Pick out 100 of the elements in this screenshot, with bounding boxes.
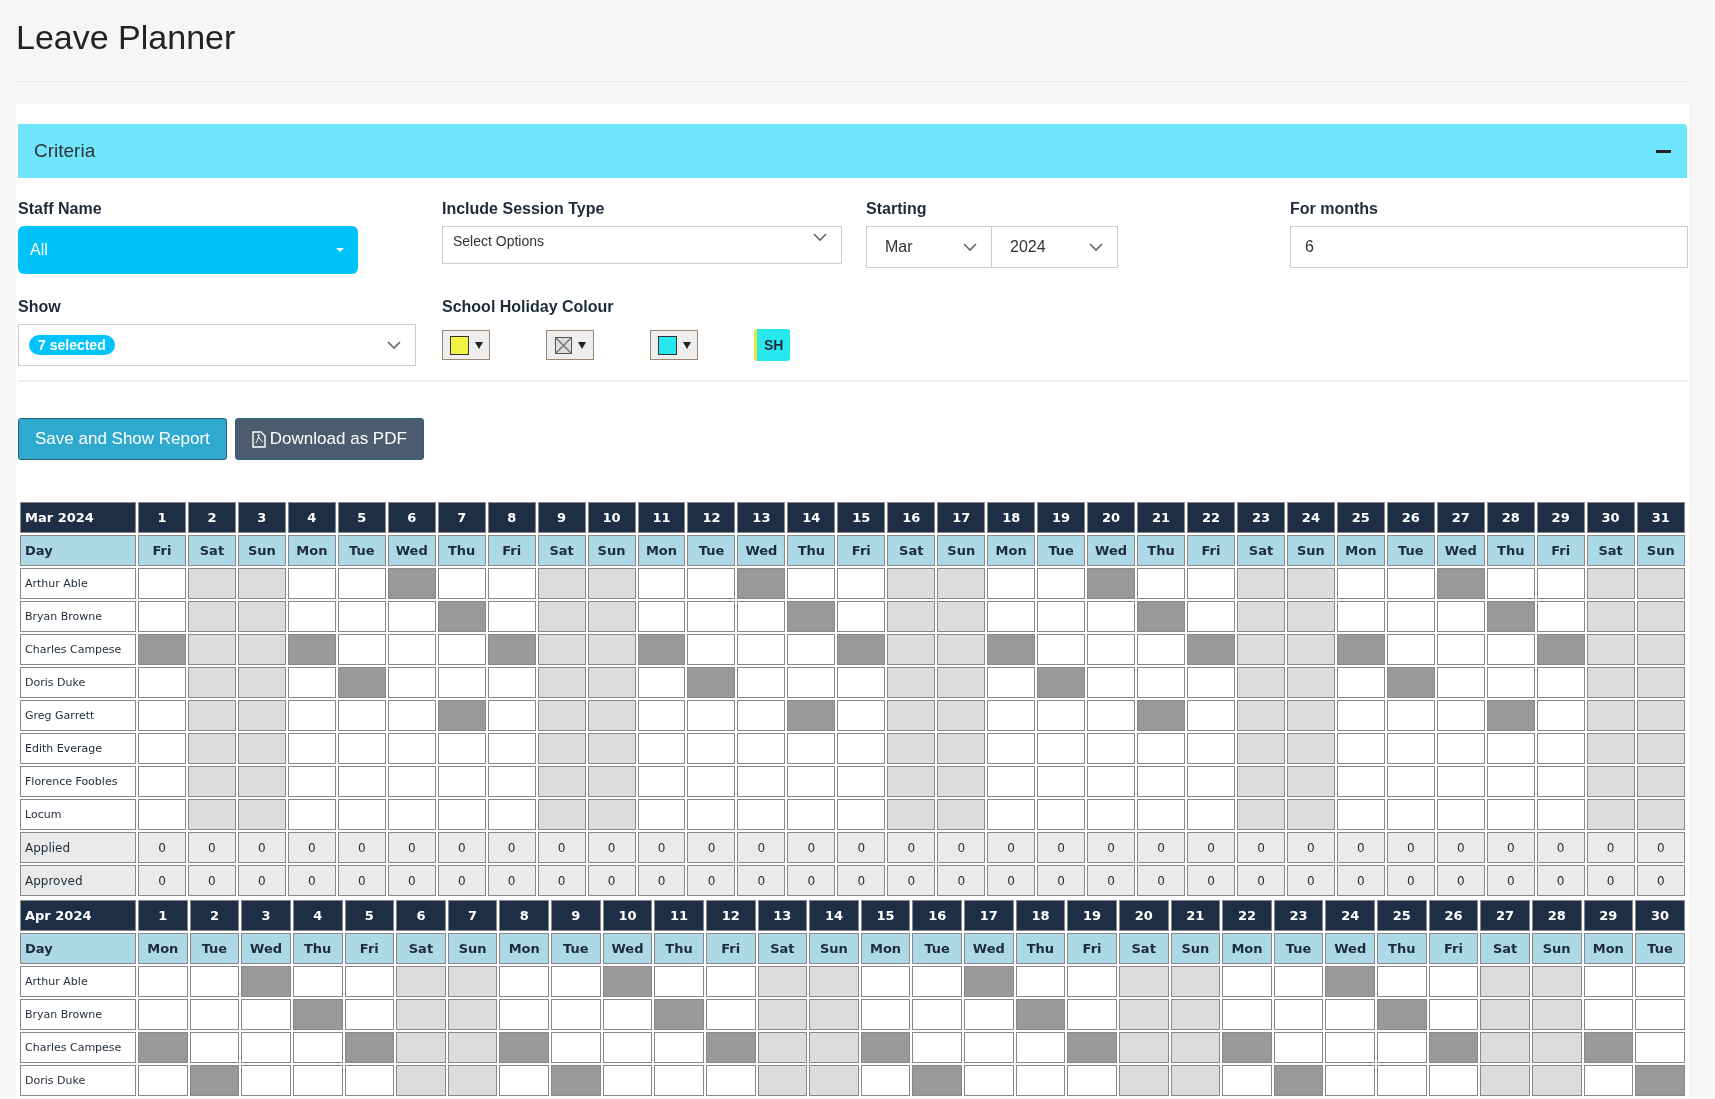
colour-picker[interactable] <box>546 330 594 360</box>
chevron-down-icon <box>813 233 827 242</box>
date-header: 8 <box>487 502 536 533</box>
session-type-select[interactable]: Select Options <box>442 226 842 264</box>
total-cell: 0 <box>1636 832 1685 863</box>
weekday-header: Tue <box>189 933 240 964</box>
weekday-header: Tue <box>1273 933 1324 964</box>
total-cell: 0 <box>737 832 786 863</box>
staff-name-cell: Arthur Able <box>20 966 136 997</box>
weekday-header: Mon <box>1222 933 1272 964</box>
weekday-header: Thu <box>1486 535 1535 566</box>
year-select[interactable]: 2024 <box>992 226 1118 268</box>
total-cell: 0 <box>537 832 586 863</box>
months-input[interactable]: 6 <box>1290 226 1688 268</box>
date-header: 4 <box>292 900 343 931</box>
weekday-header: Tue <box>687 535 736 566</box>
total-cell: 0 <box>237 832 286 863</box>
field-label: Staff Name <box>18 200 103 218</box>
total-cell: 0 <box>1236 832 1285 863</box>
total-cell: 0 <box>287 865 336 896</box>
total-cell: 0 <box>287 832 336 863</box>
total-cell: 0 <box>1137 865 1185 896</box>
download-pdf-button[interactable]: Download as PDF <box>234 418 424 460</box>
date-header: 1 <box>138 900 188 931</box>
staff-name-cell: Florence Foobles <box>20 766 136 797</box>
total-cell: 0 <box>1137 832 1185 863</box>
total-cell: 0 <box>787 832 836 863</box>
weekday-header: Tue <box>337 535 386 566</box>
date-header: 14 <box>787 502 836 533</box>
date-header: 16 <box>912 900 962 931</box>
weekday-header: Fri <box>705 933 756 964</box>
date-header: 13 <box>757 900 808 931</box>
weekday-header: Sun <box>809 933 859 964</box>
date-header: 21 <box>1170 900 1221 931</box>
weekday-header: Wed <box>1087 535 1136 566</box>
criteria-header[interactable]: Criteria <box>18 124 1687 178</box>
total-cell: 0 <box>637 832 686 863</box>
total-cell: 0 <box>1536 832 1585 863</box>
total-cell: 0 <box>1536 865 1585 896</box>
date-header: 28 <box>1531 900 1582 931</box>
month-select[interactable]: Mar <box>866 226 992 268</box>
weekday-header: Sun <box>937 535 986 566</box>
date-header: 5 <box>337 502 386 533</box>
total-cell: 0 <box>887 832 936 863</box>
total-cell: 0 <box>437 865 486 896</box>
dropdown-arrow-icon <box>682 341 691 349</box>
total-cell: 0 <box>887 865 936 896</box>
total-cell: 0 <box>1037 865 1086 896</box>
total-cell: 0 <box>837 865 886 896</box>
weekday-header: Sat <box>187 535 236 566</box>
total-cell: 0 <box>138 865 186 896</box>
total-cell: 0 <box>837 832 886 863</box>
selected-count-tag: 7 selected <box>29 335 115 355</box>
page-title: Leave Planner <box>16 0 1689 82</box>
weekday-header: Thu <box>1015 933 1066 964</box>
date-header: 23 <box>1236 502 1285 533</box>
total-cell: 0 <box>1286 832 1335 863</box>
date-header: 25 <box>1336 502 1385 533</box>
date-header: 16 <box>887 502 936 533</box>
date-header: 7 <box>437 502 486 533</box>
chevron-down-icon <box>963 242 977 252</box>
weekday-header: Tue <box>1037 535 1086 566</box>
weekday-header: Sat <box>1118 933 1169 964</box>
weekday-header: Wed <box>964 933 1014 964</box>
staff-name-cell: Greg Garrett <box>20 700 136 731</box>
date-header: 15 <box>860 900 911 931</box>
total-cell: 0 <box>937 832 986 863</box>
day-header: Day <box>20 535 136 566</box>
date-header: 22 <box>1187 502 1235 533</box>
date-header: 15 <box>837 502 886 533</box>
weekday-header: Fri <box>487 535 536 566</box>
field-label: Include Session Type <box>442 200 606 218</box>
weekday-header: Thu <box>1137 535 1185 566</box>
dropdown-arrow-icon <box>577 341 586 349</box>
total-label-cell: Approved <box>20 865 136 896</box>
colour-picker[interactable] <box>442 330 490 360</box>
weekday-header: Thu <box>437 535 486 566</box>
total-cell: 0 <box>437 832 486 863</box>
date-header: 11 <box>637 502 686 533</box>
collapse-icon[interactable] <box>1656 149 1671 153</box>
weekday-header: Sun <box>587 535 636 566</box>
caret-icon <box>336 248 344 252</box>
total-cell: 0 <box>1087 832 1136 863</box>
date-header: 7 <box>447 900 498 931</box>
date-header: 2 <box>189 900 240 931</box>
total-cell: 0 <box>737 865 786 896</box>
weekday-header: Mon <box>860 933 911 964</box>
date-header: 20 <box>1087 502 1136 533</box>
date-header: 20 <box>1118 900 1169 931</box>
weekday-header: Sun <box>1170 933 1221 964</box>
weekday-header: Mon <box>637 535 686 566</box>
school-holiday-badge: SH <box>754 329 791 361</box>
colour-picker[interactable] <box>650 330 698 360</box>
weekday-header: Fri <box>837 535 886 566</box>
weekday-header: Sat <box>537 535 586 566</box>
total-cell: 0 <box>987 865 1036 896</box>
staff-name-cell: Edith Everage <box>20 733 136 764</box>
chevron-down-icon <box>1089 242 1103 252</box>
weekday-header: Wed <box>387 535 436 566</box>
date-header: 3 <box>241 900 291 931</box>
